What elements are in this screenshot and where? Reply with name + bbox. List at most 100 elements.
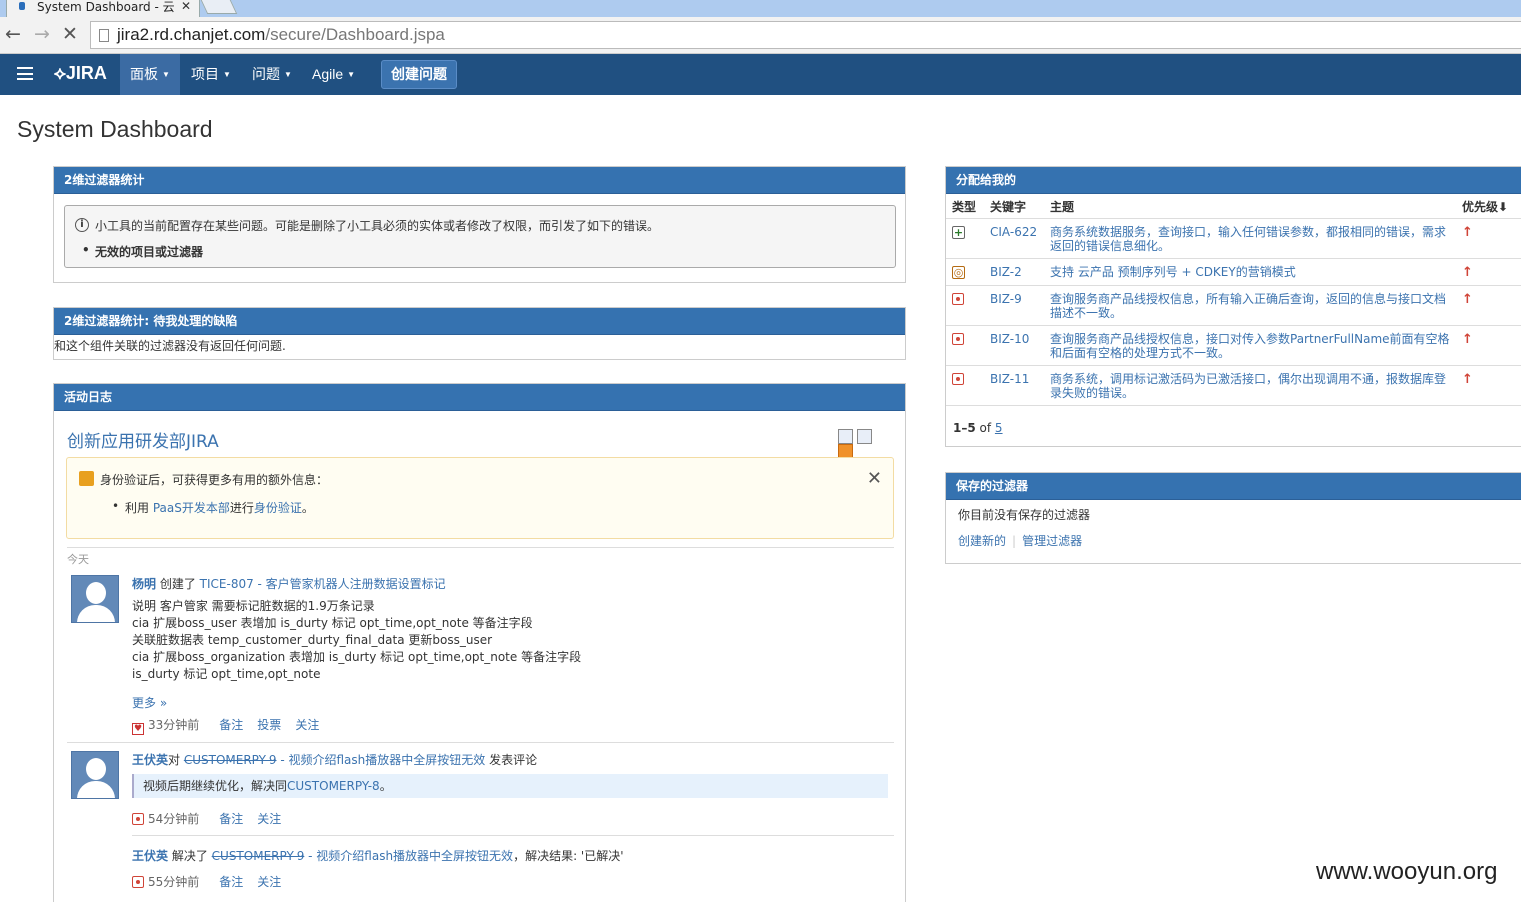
activity-meta: 55分钟前 备注 关注: [132, 873, 295, 890]
favicon-icon: [19, 2, 25, 10]
more-link[interactable]: 更多 »: [132, 694, 167, 711]
menu-label: 面板: [130, 66, 158, 82]
url-path: /secure/Dashboard.jspa: [265, 25, 445, 44]
notice-message: 身份验证后，可获得更多有用的额外信息：: [100, 473, 329, 487]
gadget-title: 2维过滤器统计: [54, 167, 905, 194]
user-link[interactable]: 杨明: [132, 577, 156, 591]
watch-link[interactable]: 关注: [257, 812, 281, 826]
comment-link[interactable]: 备注: [219, 718, 243, 732]
user-link[interactable]: 王伏英: [132, 849, 168, 863]
menu-agile[interactable]: Agile ▼: [302, 54, 365, 95]
new-tab-button[interactable]: [200, 0, 238, 14]
stop-icon[interactable]: ✕: [62, 24, 78, 44]
list-view-icon[interactable]: [857, 429, 872, 444]
create-issue-button[interactable]: 创建问题: [381, 60, 457, 89]
issue-key[interactable]: BIZ-2: [990, 265, 1022, 279]
priority-high-icon: ↑: [1462, 331, 1473, 347]
activity-item: 杨明 创建了 TICE-807 - 客户管家机器人注册数据设置标记 说明 客户管…: [67, 575, 894, 735]
col-key[interactable]: 关键字: [984, 195, 1044, 219]
issue-key[interactable]: BIZ-11: [990, 372, 1029, 386]
col-summary[interactable]: 主题: [1044, 195, 1456, 219]
table-row[interactable]: ◎ BIZ-2 支持 云产品 预制序列号 + CDKEY的营销模式 ↑: [946, 258, 1521, 286]
close-tab-icon[interactable]: ✕: [181, 0, 191, 13]
warning-text: 小工具的当前配置存在某些问题。可能是删除了小工具必须的实体或者修改了权限，而引发…: [95, 219, 660, 233]
comment-link[interactable]: 备注: [219, 812, 243, 826]
issue-link[interactable]: CUSTOMERPY-9 - 视频介绍flash播放器中全屏按钮无效: [184, 753, 485, 767]
vote-link[interactable]: 投票: [257, 718, 281, 732]
issue-summary[interactable]: 查询服务商产品线授权信息，接口对传入参数PartnerFullName前面有空格…: [1050, 332, 1450, 360]
watermark: www.wooyun.org: [1316, 858, 1498, 885]
issue-summary[interactable]: 商务系统，调用标记激活码为已激活接口，偶尔出现调用不通，报数据库登录失败的错误。: [1050, 372, 1446, 400]
no-filters-text: 你目前没有保存的过滤器: [958, 508, 1091, 522]
manage-filters-link[interactable]: 管理过滤器: [1022, 534, 1082, 548]
timestamp: 54分钟前: [148, 812, 200, 826]
timestamp: 33分钟前: [148, 718, 200, 732]
info-icon: i: [75, 218, 89, 232]
issue-key[interactable]: BIZ-10: [990, 332, 1029, 346]
menu-icon[interactable]: [17, 67, 33, 80]
description-line: cia 扩展boss_user 表增加 is_durty 标记 opt_time…: [132, 616, 533, 630]
issue-summary[interactable]: 商务系统数据服务，查询接口，输入任何错误参数，都报相同的错误，需求返回的错误信息…: [1050, 225, 1446, 253]
issue-key[interactable]: CIA-622: [990, 225, 1037, 239]
col-priority[interactable]: 优先级⬇: [1456, 195, 1521, 219]
activity-headline: 杨明 创建了 TICE-807 - 客户管家机器人注册数据设置标记: [132, 577, 446, 591]
gadget-content: 和这个组件关联的过滤器没有返回任何问题.: [54, 339, 286, 353]
saved-filters-gadget: 保存的过滤器 你目前没有保存的过滤器 创建新的 | 管理过滤器: [945, 472, 1521, 564]
activity-item: 王伏英 解决了 CUSTOMERPY-9 - 视频介绍flash播放器中全屏按钮…: [67, 847, 894, 897]
comment-link[interactable]: 备注: [219, 875, 243, 889]
activity-headline: 王伏英对 CUSTOMERPY-9 - 视频介绍flash播放器中全屏按钮无效 …: [132, 753, 538, 767]
filter-links: 创建新的 | 管理过滤器: [958, 534, 1083, 548]
bug-icon: [952, 292, 964, 305]
key-icon: [79, 471, 94, 486]
menu-issues[interactable]: 问题 ▼: [242, 54, 302, 95]
issue-summary[interactable]: 支持 云产品 预制序列号 + CDKEY的营销模式: [1050, 265, 1296, 279]
menu-label: 问题: [252, 66, 280, 82]
menu-label: 项目: [191, 66, 219, 82]
issue-key[interactable]: BIZ-9: [990, 292, 1022, 306]
activity-meta: ♥ 33分钟前 备注 投票 关注: [132, 716, 333, 735]
gadget-title: 活动日志: [54, 384, 905, 411]
two-dim-filter-gadget: 2维过滤器统计 i 小工具的当前配置存在某些问题。可能是删除了小工具必须的实体或…: [53, 166, 906, 283]
avatar[interactable]: [71, 751, 119, 799]
feature-icon: ◎: [952, 265, 965, 279]
menu-projects[interactable]: 项目 ▼: [181, 54, 241, 95]
avatar[interactable]: [71, 575, 119, 623]
close-icon[interactable]: ✕: [867, 468, 882, 489]
browser-tab[interactable]: System Dashboard - 云 ✕: [6, 0, 200, 17]
watch-link[interactable]: 关注: [295, 718, 319, 732]
user-link[interactable]: 王伏英: [132, 753, 168, 767]
description-line: 说明 客户管家 需要标记脏数据的1.9万条记录: [132, 599, 375, 613]
assigned-to-me-gadget: 分配给我的 类型 关键字 主题 优先级⬇ + CIA-622 商务系统数据服务，…: [945, 166, 1521, 447]
issue-link[interactable]: TICE-807 - 客户管家机器人注册数据设置标记: [200, 577, 446, 591]
table-row[interactable]: BIZ-11 商务系统，调用标记激活码为已激活接口，偶尔出现调用不通，报数据库登…: [946, 365, 1521, 406]
priority-high-icon: ↑: [1462, 371, 1473, 387]
watch-link[interactable]: 关注: [257, 875, 281, 889]
gadget-title: 保存的过滤器: [946, 473, 1521, 500]
issue-table: 类型 关键字 主题 优先级⬇ + CIA-622 商务系统数据服务，查询接口，输…: [946, 195, 1521, 406]
table-row[interactable]: + CIA-622 商务系统数据服务，查询接口，输入任何错误参数，都报相同的错误…: [946, 218, 1521, 259]
table-row[interactable]: BIZ-10 查询服务商产品线授权信息，接口对传入参数PartnerFullNa…: [946, 325, 1521, 366]
issue-link[interactable]: CUSTOMERPY-9 - 视频介绍flash播放器中全屏按钮无效: [212, 849, 513, 863]
bug-icon: [952, 372, 964, 385]
table-row[interactable]: BIZ-9 查询服务商产品线授权信息，所有输入正确后查询，返回的信息与接口文档描…: [946, 285, 1521, 326]
address-bar[interactable]: jira2.rd.chanjet.com/secure/Dashboard.js…: [90, 21, 1521, 49]
today-divider: 今天: [67, 547, 894, 567]
jira-logo[interactable]: ⟡JIRA: [54, 63, 107, 84]
issue-summary[interactable]: 查询服务商产品线授权信息，所有输入正确后查询，返回的信息与接口文档描述不一致。: [1050, 292, 1446, 320]
col-type[interactable]: 类型: [946, 195, 984, 219]
priority-high-icon: ↑: [1462, 291, 1473, 307]
forward-icon[interactable]: →: [34, 24, 50, 44]
full-view-icon[interactable]: [838, 429, 853, 444]
paas-link[interactable]: PaaS开发本部: [153, 501, 230, 515]
notice-item: 利用 PaaS开发本部进行身份验证。: [112, 499, 314, 516]
activity-headline: 王伏英 解决了 CUSTOMERPY-9 - 视频介绍flash播放器中全屏按钮…: [132, 849, 624, 863]
menu-dashboards[interactable]: 面板 ▼: [120, 54, 180, 95]
activity-subtitle[interactable]: 创新应用研发部JIRA: [67, 427, 219, 452]
browser-tab-bar: System Dashboard - 云 ✕: [0, 0, 1521, 17]
issue-link[interactable]: CUSTOMERPY-8: [287, 779, 380, 793]
back-icon[interactable]: ←: [5, 24, 21, 44]
create-filter-link[interactable]: 创建新的: [958, 534, 1006, 548]
activity-item: 王伏英对 CUSTOMERPY-9 - 视频介绍flash播放器中全屏按钮无效 …: [67, 751, 894, 831]
total-link[interactable]: 5: [995, 421, 1003, 435]
auth-link[interactable]: 身份验证: [254, 501, 302, 515]
